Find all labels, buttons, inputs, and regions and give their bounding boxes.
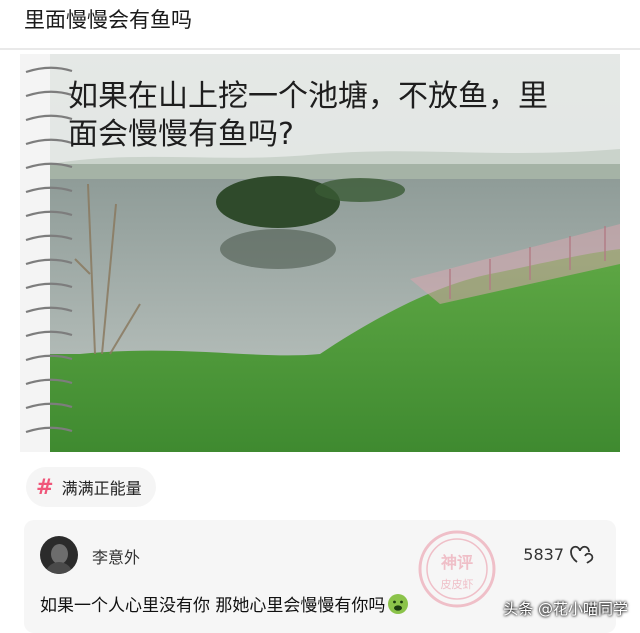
comment-body: 如果一个人心里没有你 那她心里会慢慢有你吗 (40, 596, 386, 616)
divider (0, 48, 640, 50)
stamp-text-2: 皮皮虾 (441, 578, 474, 591)
god-comment-stamp: 神评 皮皮虾 (418, 530, 496, 608)
stamp-text-1: 神评 (441, 553, 473, 572)
post-title: 里面慢慢会有鱼吗 (24, 8, 192, 32)
comment-text: 如果一个人心里没有你 那她心里会慢慢有你吗 (40, 591, 409, 616)
image-caption-line-1: 如果在山上挖一个池塘，不放鱼，里 (68, 79, 548, 114)
watermark: 头条 @花小喵同学 (503, 600, 628, 618)
hashtag-pill[interactable]: # 满满正能量 (26, 467, 156, 507)
avatar[interactable] (40, 536, 78, 574)
hashtag-label: 满满正能量 (61, 479, 142, 498)
like-group[interactable]: 5837 (523, 544, 594, 564)
like-count: 5837 (523, 544, 564, 564)
image-caption-line-2: 面会慢慢有鱼吗? (68, 117, 294, 152)
notebook-meme-image: 如果在山上挖一个池塘，不放鱼，里 面会慢慢有鱼吗? (20, 54, 620, 452)
like-icon[interactable] (570, 544, 594, 564)
comment-username[interactable]: 李意外 (92, 544, 140, 568)
avatar-face (51, 544, 68, 564)
avatar-body (45, 562, 73, 574)
hash-icon: # (36, 475, 54, 499)
sick-face-emoji-icon (388, 594, 409, 614)
post-image[interactable]: 如果在山上挖一个池塘，不放鱼，里 面会慢慢有鱼吗? (20, 54, 620, 452)
